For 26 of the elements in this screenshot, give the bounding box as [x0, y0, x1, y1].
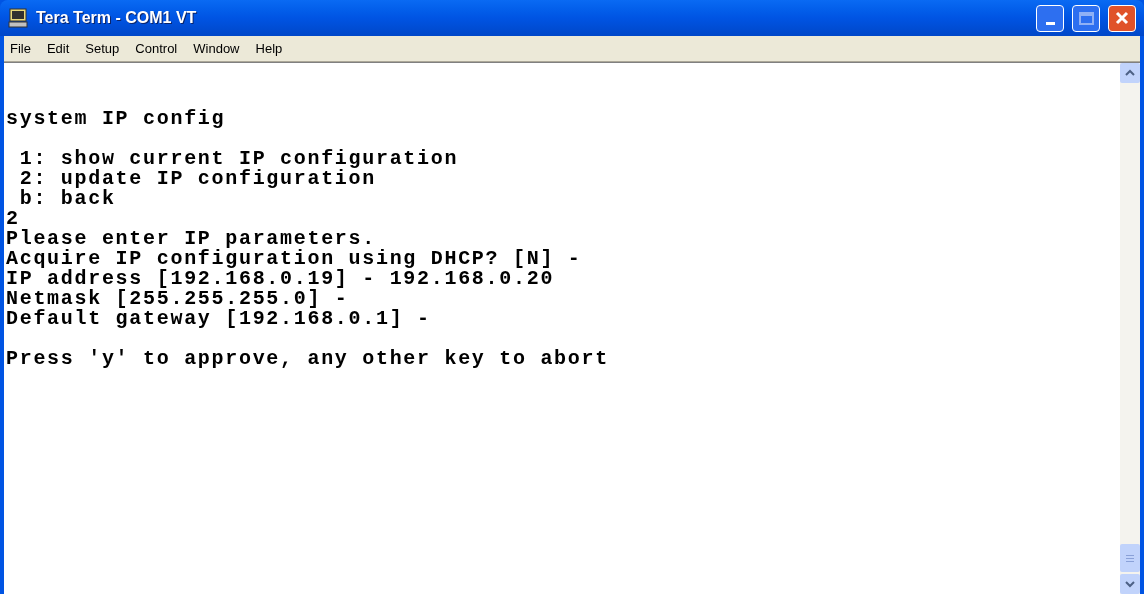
terminal-line: Default gateway [192.168.0.1] - — [6, 309, 431, 329]
scroll-up-icon[interactable] — [1120, 63, 1140, 83]
terminal-line: Acquire IP configuration using DHCP? [N] - — [6, 249, 582, 269]
terminal-line: Please enter IP parameters. — [6, 229, 376, 249]
menu-item[interactable]: Help — [253, 38, 285, 59]
terminal-icon — [8, 8, 28, 28]
terminal-line: 2: update IP configuration — [18, 169, 376, 189]
minimize-button[interactable] — [1036, 4, 1064, 32]
terminal-line: b: back — [18, 189, 116, 209]
close-icon — [1114, 10, 1130, 26]
menu-item[interactable]: File — [8, 38, 33, 59]
scroll-thumb[interactable] — [1120, 544, 1140, 572]
menu-item[interactable]: Window — [191, 38, 242, 59]
terminal-line: system IP config — [6, 109, 226, 129]
scroll-down-icon[interactable] — [1120, 574, 1140, 594]
terminal-line: Netmask [255.255.255.0] - — [6, 289, 349, 309]
menu-item[interactable]: Control — [133, 38, 180, 59]
terminal-line: Press 'y' to approve, any other key to abort — [6, 349, 609, 369]
terminal-line: IP address [192.168.0.19] - 192.168.0.20 — [6, 269, 555, 289]
terminal-line: 1: show current IP configuration — [18, 149, 459, 169]
menu-item[interactable]: Edit — [44, 38, 72, 59]
menu-item[interactable]: Setup — [83, 38, 122, 59]
maximize-button[interactable] — [1072, 4, 1100, 32]
terminal-line: 2 — [6, 209, 20, 229]
close-button[interactable] — [1108, 4, 1136, 32]
window-title: Tera Term - COM1 VT — [36, 8, 197, 28]
